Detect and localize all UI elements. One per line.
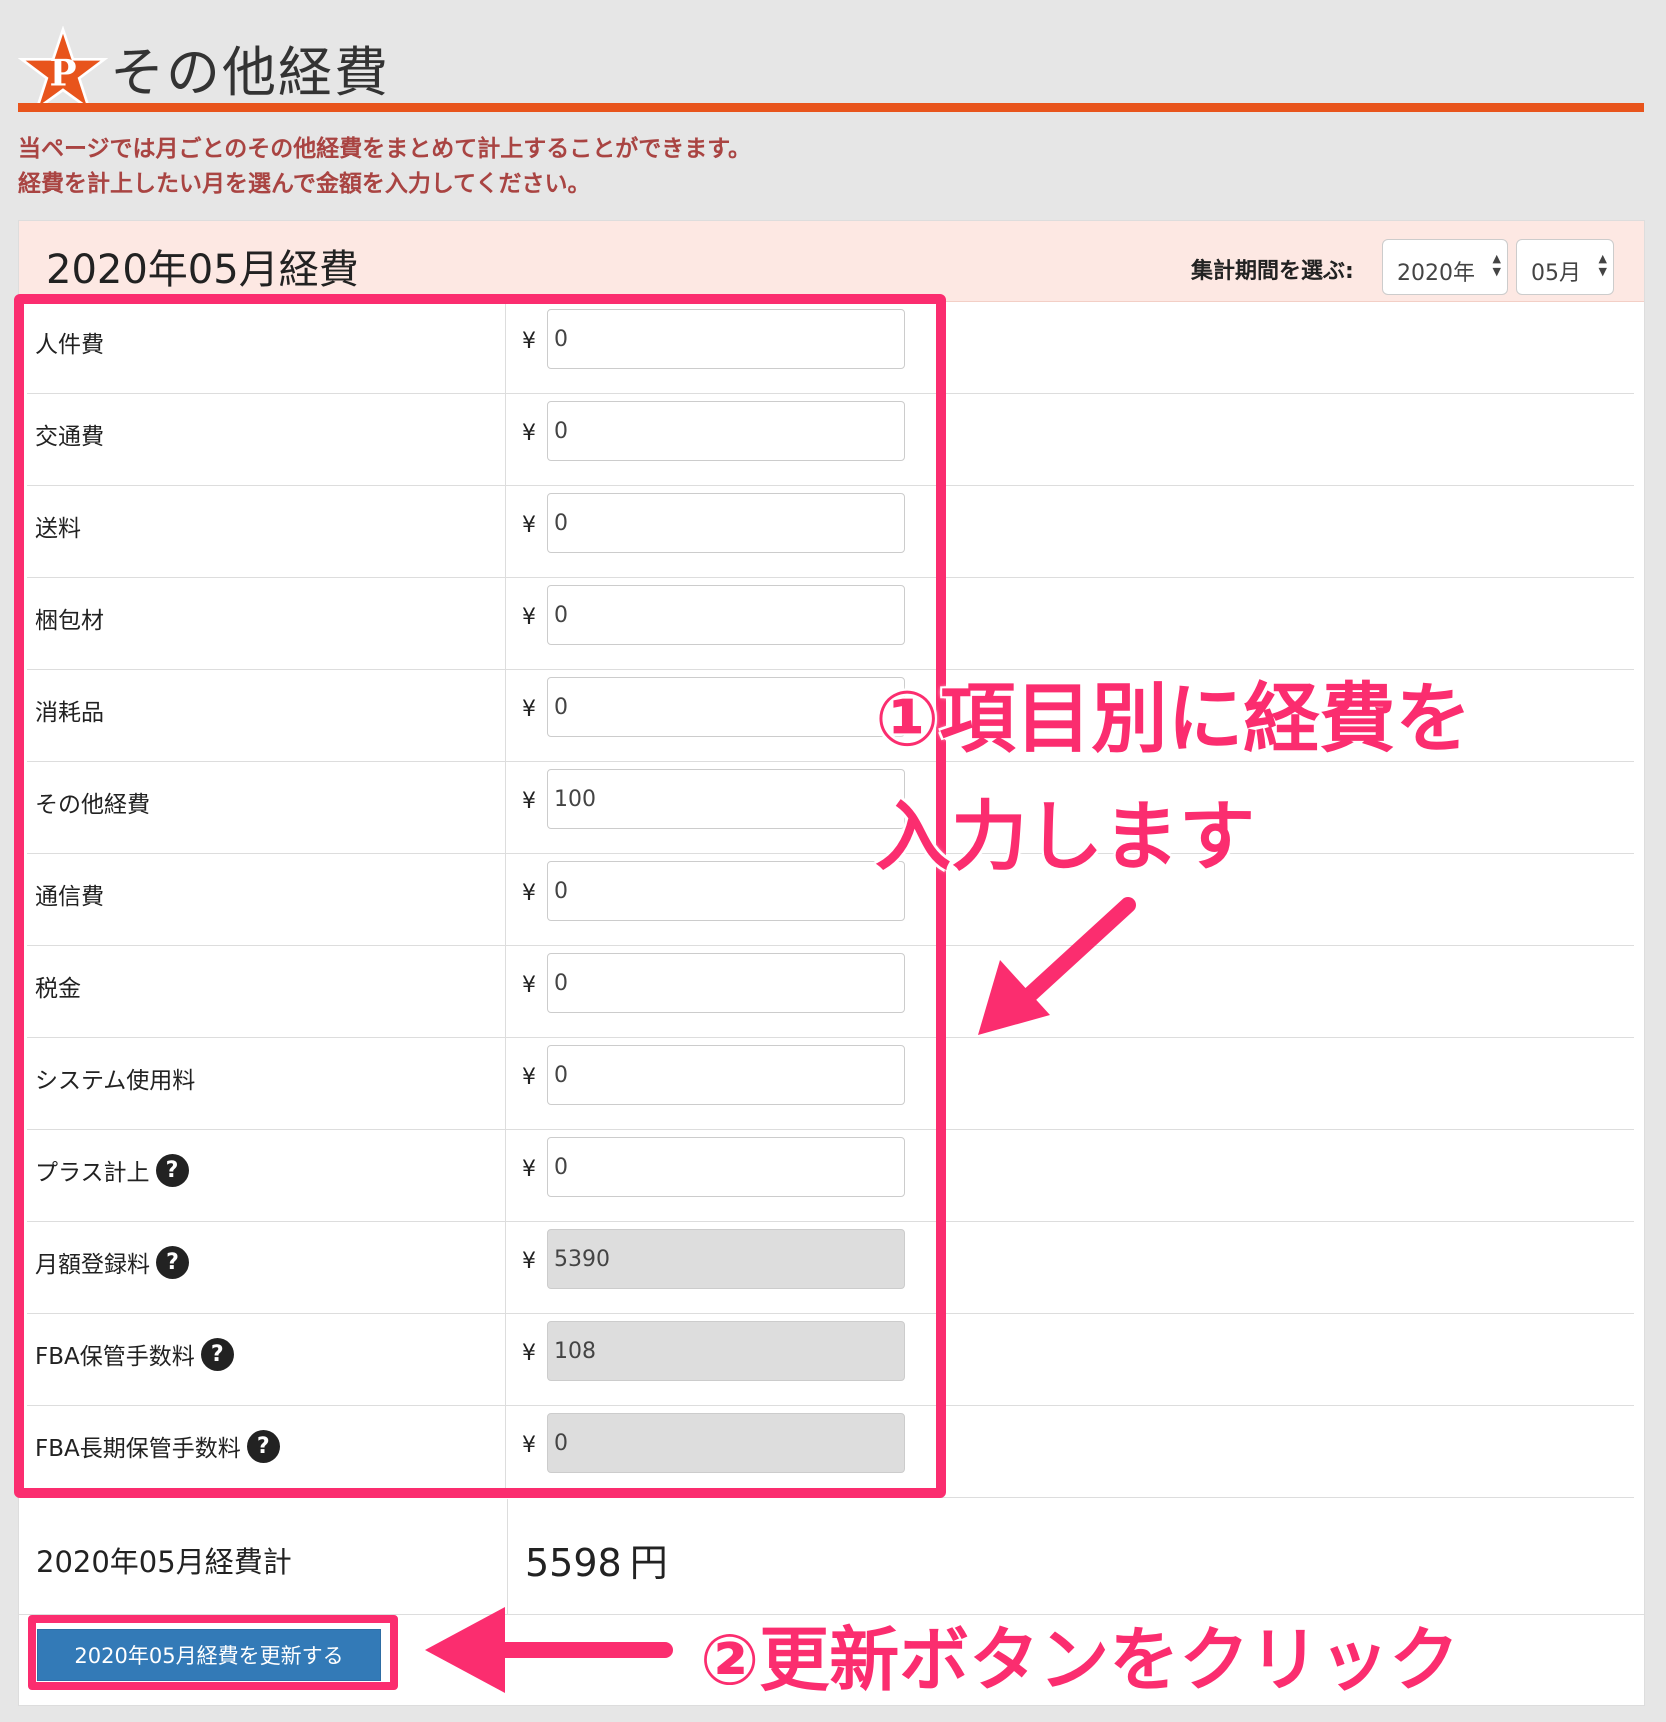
arrow-icon-diagonal bbox=[978, 897, 1136, 1035]
annotation-arrows bbox=[425, 897, 1136, 1693]
arrow-icon-left bbox=[425, 1607, 673, 1693]
